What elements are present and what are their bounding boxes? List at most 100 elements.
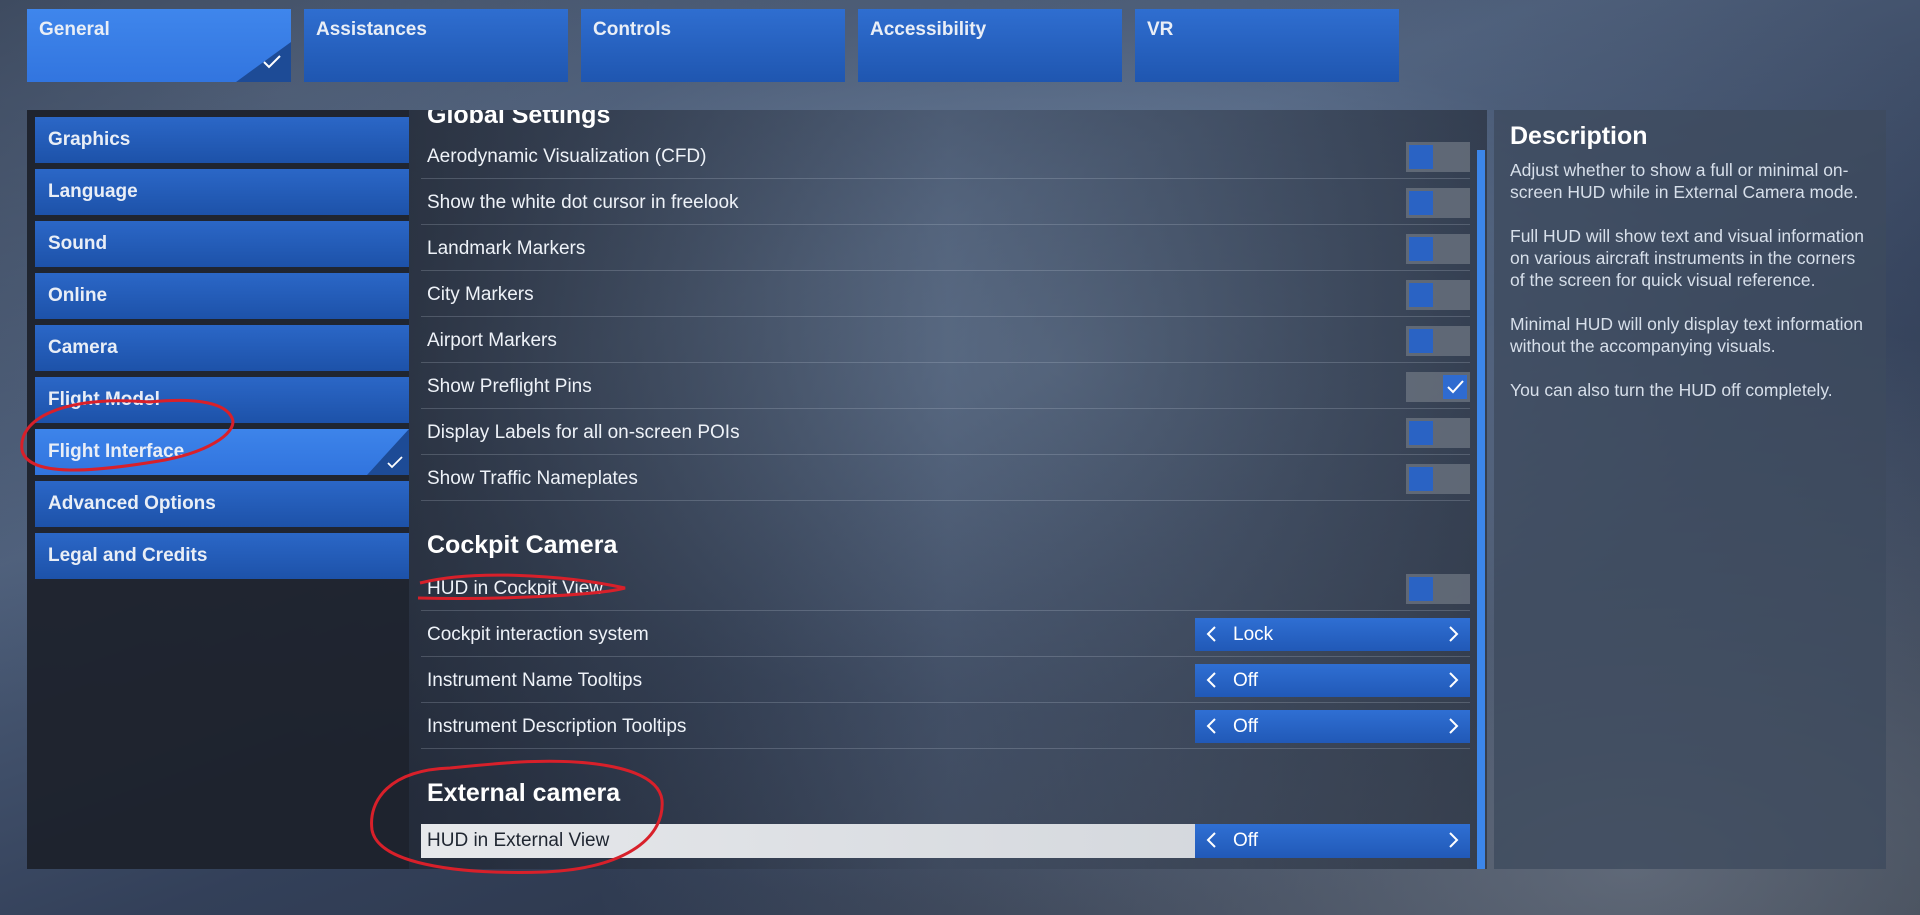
toggle-switch[interactable] [1406, 142, 1470, 172]
selector-value: Off [1233, 670, 1258, 691]
setting-row-instrument-name-tooltips[interactable]: Instrument Name Tooltips Off [421, 658, 1470, 703]
section-heading-external-camera: External camera [427, 779, 621, 807]
chevron-right-icon[interactable] [1448, 625, 1460, 648]
tab-vr[interactable]: VR [1135, 9, 1399, 82]
setting-label: Show Traffic Nameplates [427, 468, 638, 489]
toggle-knob [1443, 375, 1467, 399]
category-sidebar: Graphics Language Sound Online Camera Fl… [27, 110, 409, 869]
toggle-switch[interactable] [1406, 464, 1470, 494]
sidebar-item-graphics[interactable]: Graphics [35, 117, 409, 163]
toggle-knob [1409, 191, 1433, 215]
sidebar-item-label: Graphics [48, 129, 131, 150]
option-selector[interactable]: Off [1195, 664, 1470, 697]
sidebar-item-label: Advanced Options [48, 493, 216, 514]
chevron-left-icon[interactable] [1205, 717, 1217, 740]
option-selector[interactable]: Off [1195, 824, 1470, 858]
sidebar-item-online[interactable]: Online [35, 273, 409, 319]
setting-label: HUD in Cockpit View [427, 578, 603, 599]
toggle-knob [1409, 421, 1433, 445]
toggle-switch[interactable] [1406, 574, 1470, 604]
section-heading-cockpit-camera: Cockpit Camera [427, 531, 618, 559]
setting-row-white-dot-cursor[interactable]: Show the white dot cursor in freelook [421, 180, 1470, 225]
tab-general[interactable]: General [27, 9, 291, 82]
sidebar-item-legal-and-credits[interactable]: Legal and Credits [35, 533, 409, 579]
sidebar-item-label: Legal and Credits [48, 545, 208, 566]
toggle-switch[interactable] [1406, 188, 1470, 218]
description-paragraph: Minimal HUD will only display text infor… [1510, 314, 1864, 356]
sidebar-item-label: Language [48, 181, 138, 202]
description-paragraph: You can also turn the HUD off completely… [1510, 380, 1833, 400]
selector-value: Off [1233, 716, 1258, 737]
setting-row-city-markers[interactable]: City Markers [421, 272, 1470, 317]
setting-row-instrument-description-tooltips[interactable]: Instrument Description Tooltips Off [421, 704, 1470, 749]
setting-row-landmark-markers[interactable]: Landmark Markers [421, 226, 1470, 271]
description-paragraph: Full HUD will show text and visual infor… [1510, 226, 1865, 290]
sidebar-item-flight-model[interactable]: Flight Model [35, 377, 409, 423]
setting-label: Cockpit interaction system [427, 624, 649, 645]
section-heading-global-settings: Global Settings [427, 110, 611, 129]
option-selector[interactable]: Off [1195, 710, 1470, 743]
tab-label: Accessibility [870, 19, 987, 40]
setting-row-hud-external-view[interactable]: HUD in External View Off [421, 824, 1470, 858]
sidebar-item-label: Flight Interface [48, 441, 185, 462]
tab-assistances[interactable]: Assistances [304, 9, 568, 82]
setting-row-hud-cockpit-view[interactable]: HUD in Cockpit View [421, 566, 1470, 611]
toggle-switch[interactable] [1406, 234, 1470, 264]
setting-label: Landmark Markers [427, 238, 586, 259]
description-panel: Description Adjust whether to show a ful… [1494, 110, 1886, 869]
chevron-right-icon[interactable] [1448, 831, 1460, 854]
setting-row-airport-markers[interactable]: Airport Markers [421, 318, 1470, 363]
tab-accessibility[interactable]: Accessibility [858, 9, 1122, 82]
setting-row-traffic-nameplates[interactable]: Show Traffic Nameplates [421, 456, 1470, 501]
setting-label: Aerodynamic Visualization (CFD) [427, 146, 707, 167]
sidebar-item-label: Sound [48, 233, 108, 254]
toggle-switch[interactable] [1406, 280, 1470, 310]
toggle-switch[interactable] [1406, 418, 1470, 448]
tab-label: VR [1147, 19, 1174, 40]
sidebar-item-advanced-options[interactable]: Advanced Options [35, 481, 409, 527]
tab-label: Assistances [316, 19, 427, 40]
settings-list: Global Settings Aerodynamic Visualizatio… [409, 110, 1487, 869]
setting-label: Airport Markers [427, 330, 557, 351]
sidebar-item-label: Online [48, 285, 108, 306]
sidebar-item-camera[interactable]: Camera [35, 325, 409, 371]
setting-label: Display Labels for all on-screen POIs [427, 422, 740, 443]
chevron-right-icon[interactable] [1448, 717, 1460, 740]
setting-label: City Markers [427, 284, 534, 305]
toggle-knob [1409, 467, 1433, 491]
sidebar-item-label: Flight Model [48, 389, 160, 410]
sidebar-item-sound[interactable]: Sound [35, 221, 409, 267]
selector-value: Off [1233, 830, 1258, 851]
sidebar-item-flight-interface[interactable]: Flight Interface [35, 429, 409, 475]
setting-row-preflight-pins[interactable]: Show Preflight Pins [421, 364, 1470, 409]
description-title: Description [1510, 122, 1648, 150]
setting-row-display-labels-pois[interactable]: Display Labels for all on-screen POIs [421, 410, 1470, 455]
option-selector[interactable]: Lock [1195, 618, 1470, 651]
toggle-knob [1409, 237, 1433, 261]
selector-value: Lock [1233, 624, 1274, 645]
setting-row-aerodynamic-visualization[interactable]: Aerodynamic Visualization (CFD) [421, 134, 1470, 179]
toggle-knob [1409, 329, 1433, 353]
chevron-left-icon[interactable] [1205, 625, 1217, 648]
chevron-left-icon[interactable] [1205, 831, 1217, 854]
toggle-knob [1409, 283, 1433, 307]
chevron-right-icon[interactable] [1448, 671, 1460, 694]
scrollbar[interactable] [1477, 150, 1485, 869]
setting-row-cockpit-interaction-system[interactable]: Cockpit interaction system Lock [421, 612, 1470, 657]
setting-label: Instrument Name Tooltips [427, 670, 643, 691]
sidebar-item-label: Camera [48, 337, 118, 358]
tab-controls[interactable]: Controls [581, 9, 845, 82]
setting-label: Show the white dot cursor in freelook [427, 192, 739, 213]
description-paragraph: Adjust whether to show a full or minimal… [1510, 160, 1859, 202]
setting-label: Instrument Description Tooltips [427, 716, 687, 737]
toggle-switch[interactable] [1406, 372, 1470, 402]
tab-label: General [39, 19, 110, 40]
tab-label: Controls [593, 19, 672, 40]
toggle-knob [1409, 145, 1433, 169]
sidebar-item-language[interactable]: Language [35, 169, 409, 215]
checkmark-icon [262, 54, 282, 76]
setting-label: Show Preflight Pins [427, 376, 592, 397]
setting-label: HUD in External View [427, 830, 610, 851]
chevron-left-icon[interactable] [1205, 671, 1217, 694]
toggle-switch[interactable] [1406, 326, 1470, 356]
